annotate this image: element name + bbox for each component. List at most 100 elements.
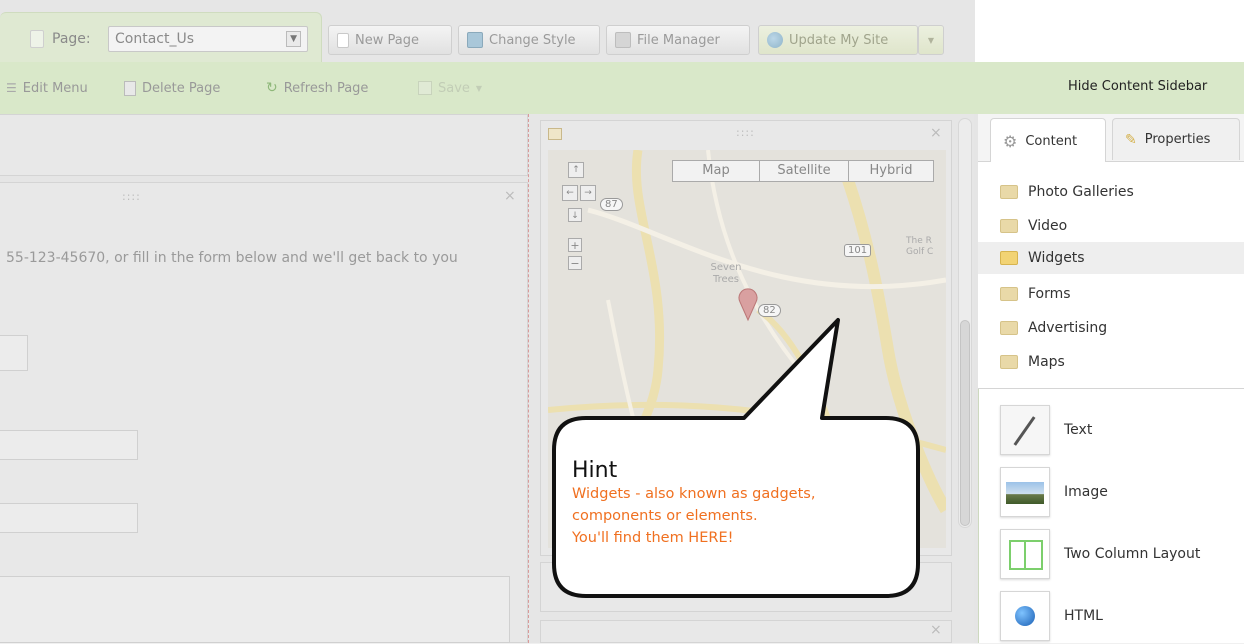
- widget-html[interactable]: HTML: [1000, 588, 1103, 644]
- form-intro-text: 55-123-45670, or fill in the form below …: [6, 250, 458, 266]
- edit-menu-button[interactable]: ☰ Edit Menu: [6, 78, 88, 98]
- category-label: Photo Galleries: [1028, 184, 1134, 200]
- map-label-golf: The R Golf C: [906, 236, 934, 257]
- folder-icon: [1000, 219, 1018, 233]
- route-87-shield: 87: [600, 198, 623, 211]
- menu-icon: ☰: [6, 81, 17, 95]
- two-column-icon: [1000, 529, 1050, 579]
- edit-menu-label: Edit Menu: [22, 80, 88, 96]
- category-label: Maps: [1028, 354, 1065, 370]
- toolbar-blank-area: [975, 0, 1244, 62]
- category-label: Widgets: [1028, 250, 1085, 266]
- route-101-shield: 101: [844, 244, 872, 257]
- style-icon: [467, 32, 483, 48]
- form-field[interactable]: [0, 503, 138, 533]
- save-label: Save: [438, 80, 470, 96]
- hide-sidebar-link[interactable]: Hide Content Sidebar: [1068, 79, 1207, 94]
- category-advertising[interactable]: Advertising: [1000, 314, 1107, 342]
- file-manager-label: File Manager: [637, 32, 720, 48]
- change-style-button[interactable]: Change Style: [458, 25, 600, 55]
- pan-down-icon[interactable]: ↓: [568, 208, 582, 222]
- header-block: [0, 114, 528, 176]
- tab-content[interactable]: ⚙ Content: [990, 118, 1106, 163]
- hint-line-2: components or elements.: [572, 508, 758, 524]
- map-pan-controls: ↑: [568, 162, 584, 178]
- message-textarea[interactable]: [0, 576, 510, 643]
- page-label: Page:: [52, 31, 91, 47]
- scrollbar-thumb[interactable]: [960, 320, 970, 526]
- category-forms[interactable]: Forms: [1000, 280, 1071, 308]
- hint-line-3: You'll find them HERE!: [572, 530, 734, 546]
- map-type-satellite[interactable]: Satellite: [760, 161, 849, 181]
- delete-page-label: Delete Page: [142, 80, 221, 96]
- folder-open-icon: [1000, 251, 1018, 265]
- html-globe-icon: [1000, 591, 1050, 641]
- folder-icon: [1000, 185, 1018, 199]
- delete-page-button[interactable]: Delete Page: [124, 78, 220, 98]
- page-select[interactable]: Contact_Us ▼: [108, 26, 308, 52]
- close-icon[interactable]: ×: [930, 622, 942, 638]
- widget-two-column-layout[interactable]: Two Column Layout: [1000, 526, 1200, 582]
- divider: [978, 388, 1244, 389]
- pencil-icon: ✎: [1125, 131, 1137, 148]
- map-type-switcher: Map Satellite Hybrid: [672, 160, 934, 182]
- hint-text: Hint Widgets - also known as gadgets, co…: [572, 458, 912, 549]
- refresh-page-label: Refresh Page: [283, 80, 369, 96]
- folder-icon: [1000, 287, 1018, 301]
- refresh-icon: ↻: [266, 80, 278, 96]
- change-style-label: Change Style: [489, 32, 576, 48]
- new-page-icon: [337, 32, 349, 48]
- category-label: Forms: [1028, 286, 1071, 302]
- gear-icon: ⚙: [1003, 131, 1018, 151]
- widget-label: Two Column Layout: [1064, 546, 1201, 562]
- tab-properties[interactable]: ✎ Properties: [1112, 118, 1240, 160]
- zoom-out-icon[interactable]: −: [568, 256, 582, 270]
- new-page-label: New Page: [355, 32, 419, 48]
- widget-block: [540, 620, 952, 643]
- file-manager-icon: [615, 32, 631, 48]
- widget-text[interactable]: Text: [1000, 402, 1092, 458]
- globe-icon: [767, 32, 783, 48]
- category-label: Video: [1028, 218, 1068, 234]
- pan-right-icon[interactable]: →: [580, 185, 596, 201]
- form-field[interactable]: [0, 430, 138, 460]
- save-button[interactable]: Save ▼: [418, 78, 482, 98]
- text-widget-icon: [1000, 405, 1050, 455]
- chevron-down-icon: ▼: [475, 83, 483, 93]
- page-select-value: Contact_Us: [115, 31, 195, 47]
- tab-properties-label: Properties: [1144, 132, 1211, 147]
- drag-handle-icon[interactable]: ::::: [736, 126, 755, 139]
- update-site-dropdown[interactable]: ▼: [918, 25, 944, 55]
- category-maps[interactable]: Maps: [1000, 348, 1065, 376]
- chevron-down-icon: ▼: [286, 31, 301, 47]
- map-label-seven-trees: Seven Trees: [710, 262, 742, 285]
- page-icon: [30, 30, 44, 48]
- category-photo-galleries[interactable]: Photo Galleries: [1000, 178, 1134, 206]
- widget-image[interactable]: Image: [1000, 464, 1108, 520]
- file-manager-button[interactable]: File Manager: [606, 25, 750, 55]
- form-field[interactable]: [0, 335, 28, 371]
- update-site-button[interactable]: Update My Site: [758, 25, 918, 55]
- drag-handle-icon[interactable]: ::::: [122, 190, 141, 203]
- category-video[interactable]: Video: [1000, 212, 1067, 240]
- close-icon[interactable]: ×: [930, 125, 942, 141]
- widget-label: Text: [1064, 422, 1093, 438]
- widget-label: Image: [1064, 484, 1108, 500]
- map-type-map[interactable]: Map: [673, 161, 760, 181]
- category-widgets[interactable]: Widgets: [1000, 244, 1085, 272]
- image-widget-icon: [1000, 467, 1050, 517]
- map-type-hybrid[interactable]: Hybrid: [849, 161, 933, 181]
- trash-icon: [124, 80, 136, 96]
- new-page-button[interactable]: New Page: [328, 25, 452, 55]
- save-icon: [418, 81, 432, 95]
- edit-icon[interactable]: [548, 128, 562, 140]
- chevron-down-icon: ▼: [927, 35, 935, 45]
- close-icon[interactable]: ×: [504, 188, 516, 204]
- widget-label: HTML: [1064, 608, 1103, 624]
- folder-icon: [1000, 355, 1018, 369]
- zoom-in-icon[interactable]: +: [568, 238, 582, 252]
- pan-up-icon[interactable]: ↑: [568, 162, 584, 178]
- pan-left-icon[interactable]: ←: [562, 185, 578, 201]
- update-site-label: Update My Site: [789, 32, 889, 48]
- refresh-page-button[interactable]: ↻ Refresh Page: [266, 78, 368, 98]
